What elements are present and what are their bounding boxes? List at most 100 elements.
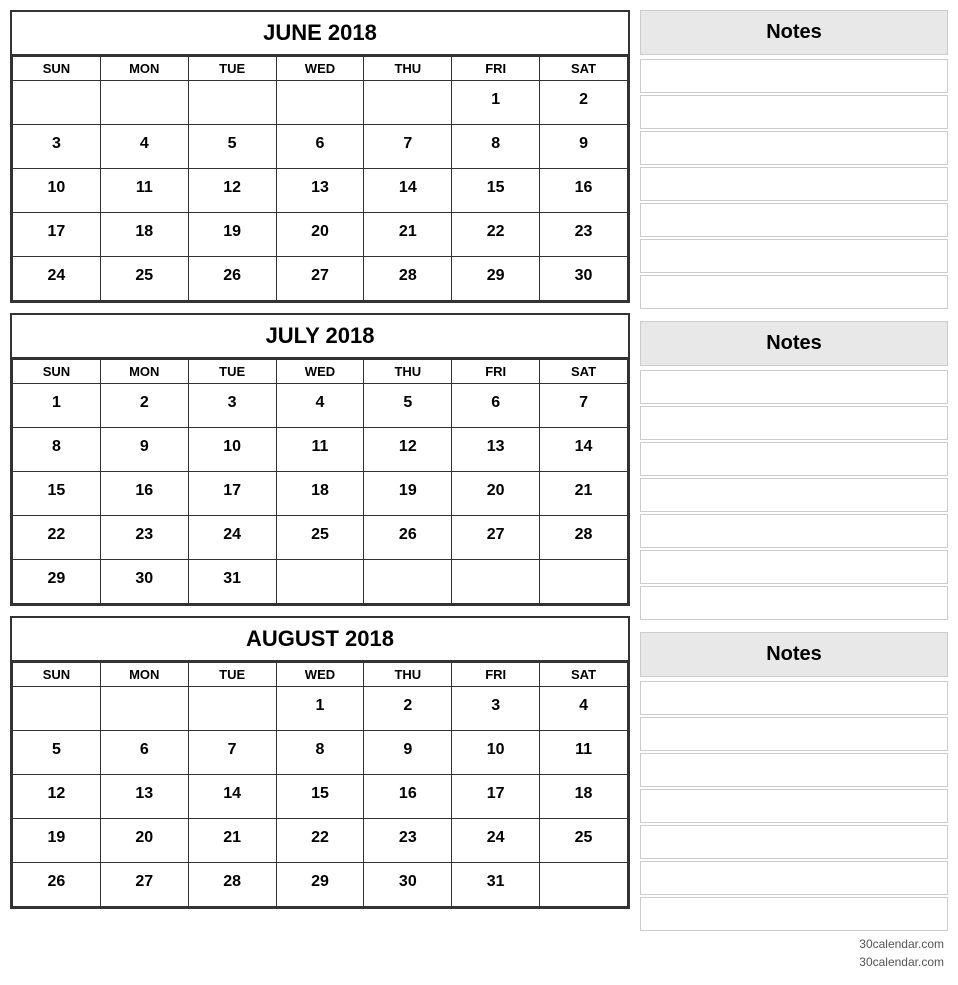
- notes-line[interactable]: [640, 861, 948, 895]
- calendar-day: [364, 81, 452, 125]
- notes-line[interactable]: [640, 406, 948, 440]
- calendar-day: 22: [276, 819, 364, 863]
- day-header: WED: [276, 663, 364, 687]
- calendar-day: 26: [188, 257, 276, 301]
- calendar-day: [364, 560, 452, 604]
- notes-line[interactable]: [640, 131, 948, 165]
- calendar-day: 30: [100, 560, 188, 604]
- notes-line[interactable]: [640, 239, 948, 273]
- calendar-day: 16: [100, 472, 188, 516]
- calendar-0: JUNE 2018SUNMONTUEWEDTHUFRISAT1234567891…: [10, 10, 630, 303]
- notes-line[interactable]: [640, 681, 948, 715]
- calendar-day: 31: [452, 863, 540, 907]
- calendar-day: 3: [452, 687, 540, 731]
- notes-line[interactable]: [640, 789, 948, 823]
- day-header: THU: [364, 57, 452, 81]
- calendars-column: JUNE 2018SUNMONTUEWEDTHUFRISAT1234567891…: [10, 10, 630, 933]
- calendar-day: 10: [13, 169, 101, 213]
- calendar-day: 7: [364, 125, 452, 169]
- calendar-day: 12: [364, 428, 452, 472]
- notes-line[interactable]: [640, 478, 948, 512]
- calendar-day: 3: [13, 125, 101, 169]
- calendar-day: 12: [188, 169, 276, 213]
- calendar-day: 12: [13, 775, 101, 819]
- calendar-day: 11: [276, 428, 364, 472]
- calendar-day: 28: [364, 257, 452, 301]
- day-header: WED: [276, 360, 364, 384]
- calendar-day: 27: [276, 257, 364, 301]
- calendar-day: 5: [188, 125, 276, 169]
- notes-line[interactable]: [640, 586, 948, 620]
- calendar-day: 21: [364, 213, 452, 257]
- calendar-day: 9: [540, 125, 628, 169]
- calendar-day: 1: [13, 384, 101, 428]
- calendar-day: [452, 560, 540, 604]
- calendar-day: 10: [452, 731, 540, 775]
- calendar-day: 8: [13, 428, 101, 472]
- calendar-day: 7: [540, 384, 628, 428]
- calendar-day: 20: [276, 213, 364, 257]
- calendar-day: [276, 560, 364, 604]
- calendar-day: 23: [540, 213, 628, 257]
- calendar-day: 6: [452, 384, 540, 428]
- notes-line[interactable]: [640, 370, 948, 404]
- calendar-day: 2: [100, 384, 188, 428]
- notes-section-2: Notes: [640, 632, 948, 933]
- notes-line[interactable]: [640, 167, 948, 201]
- calendar-day: 25: [276, 516, 364, 560]
- calendar-day: 16: [364, 775, 452, 819]
- calendar-day: 21: [188, 819, 276, 863]
- calendar-day: 2: [364, 687, 452, 731]
- calendar-day: 28: [188, 863, 276, 907]
- notes-line[interactable]: [640, 442, 948, 476]
- calendar-day: 18: [276, 472, 364, 516]
- notes-header-1: Notes: [640, 321, 948, 366]
- notes-line[interactable]: [640, 95, 948, 129]
- calendar-day: 1: [452, 81, 540, 125]
- notes-section-0: Notes: [640, 10, 948, 311]
- day-header: MON: [100, 57, 188, 81]
- calendar-day: 25: [100, 257, 188, 301]
- day-header: WED: [276, 57, 364, 81]
- calendar-2: AUGUST 2018SUNMONTUEWEDTHUFRISAT12345678…: [10, 616, 630, 909]
- calendar-day: 27: [452, 516, 540, 560]
- notes-line[interactable]: [640, 203, 948, 237]
- calendar-day: [188, 81, 276, 125]
- calendar-day: 31: [188, 560, 276, 604]
- calendar-day: 19: [364, 472, 452, 516]
- calendar-day: 28: [540, 516, 628, 560]
- day-header: SAT: [540, 360, 628, 384]
- calendar-day: [13, 81, 101, 125]
- calendar-day: 4: [100, 125, 188, 169]
- calendar-day: 11: [100, 169, 188, 213]
- notes-line[interactable]: [640, 825, 948, 859]
- notes-line[interactable]: [640, 897, 948, 931]
- calendar-day: 4: [276, 384, 364, 428]
- day-header: FRI: [452, 57, 540, 81]
- notes-lines-2: [640, 681, 948, 933]
- calendar-day: [188, 687, 276, 731]
- day-header: THU: [364, 360, 452, 384]
- calendar-day: 9: [364, 731, 452, 775]
- notes-line[interactable]: [640, 514, 948, 548]
- calendar-day: 10: [188, 428, 276, 472]
- notes-line[interactable]: [640, 59, 948, 93]
- calendar-day: 21: [540, 472, 628, 516]
- notes-line[interactable]: [640, 753, 948, 787]
- calendar-day: 15: [452, 169, 540, 213]
- calendar-day: 14: [540, 428, 628, 472]
- calendar-day: 19: [13, 819, 101, 863]
- notes-section-1: Notes: [640, 321, 948, 622]
- calendar-day: 13: [100, 775, 188, 819]
- notes-line[interactable]: [640, 550, 948, 584]
- calendar-day: 3: [188, 384, 276, 428]
- notes-line[interactable]: [640, 717, 948, 751]
- calendar-day: 26: [13, 863, 101, 907]
- calendar-title-1: JULY 2018: [12, 315, 628, 359]
- day-header: THU: [364, 663, 452, 687]
- calendar-day: 17: [13, 213, 101, 257]
- notes-line[interactable]: [640, 275, 948, 309]
- notes-lines-0: [640, 59, 948, 311]
- calendar-title-2: AUGUST 2018: [12, 618, 628, 662]
- calendar-day: [540, 560, 628, 604]
